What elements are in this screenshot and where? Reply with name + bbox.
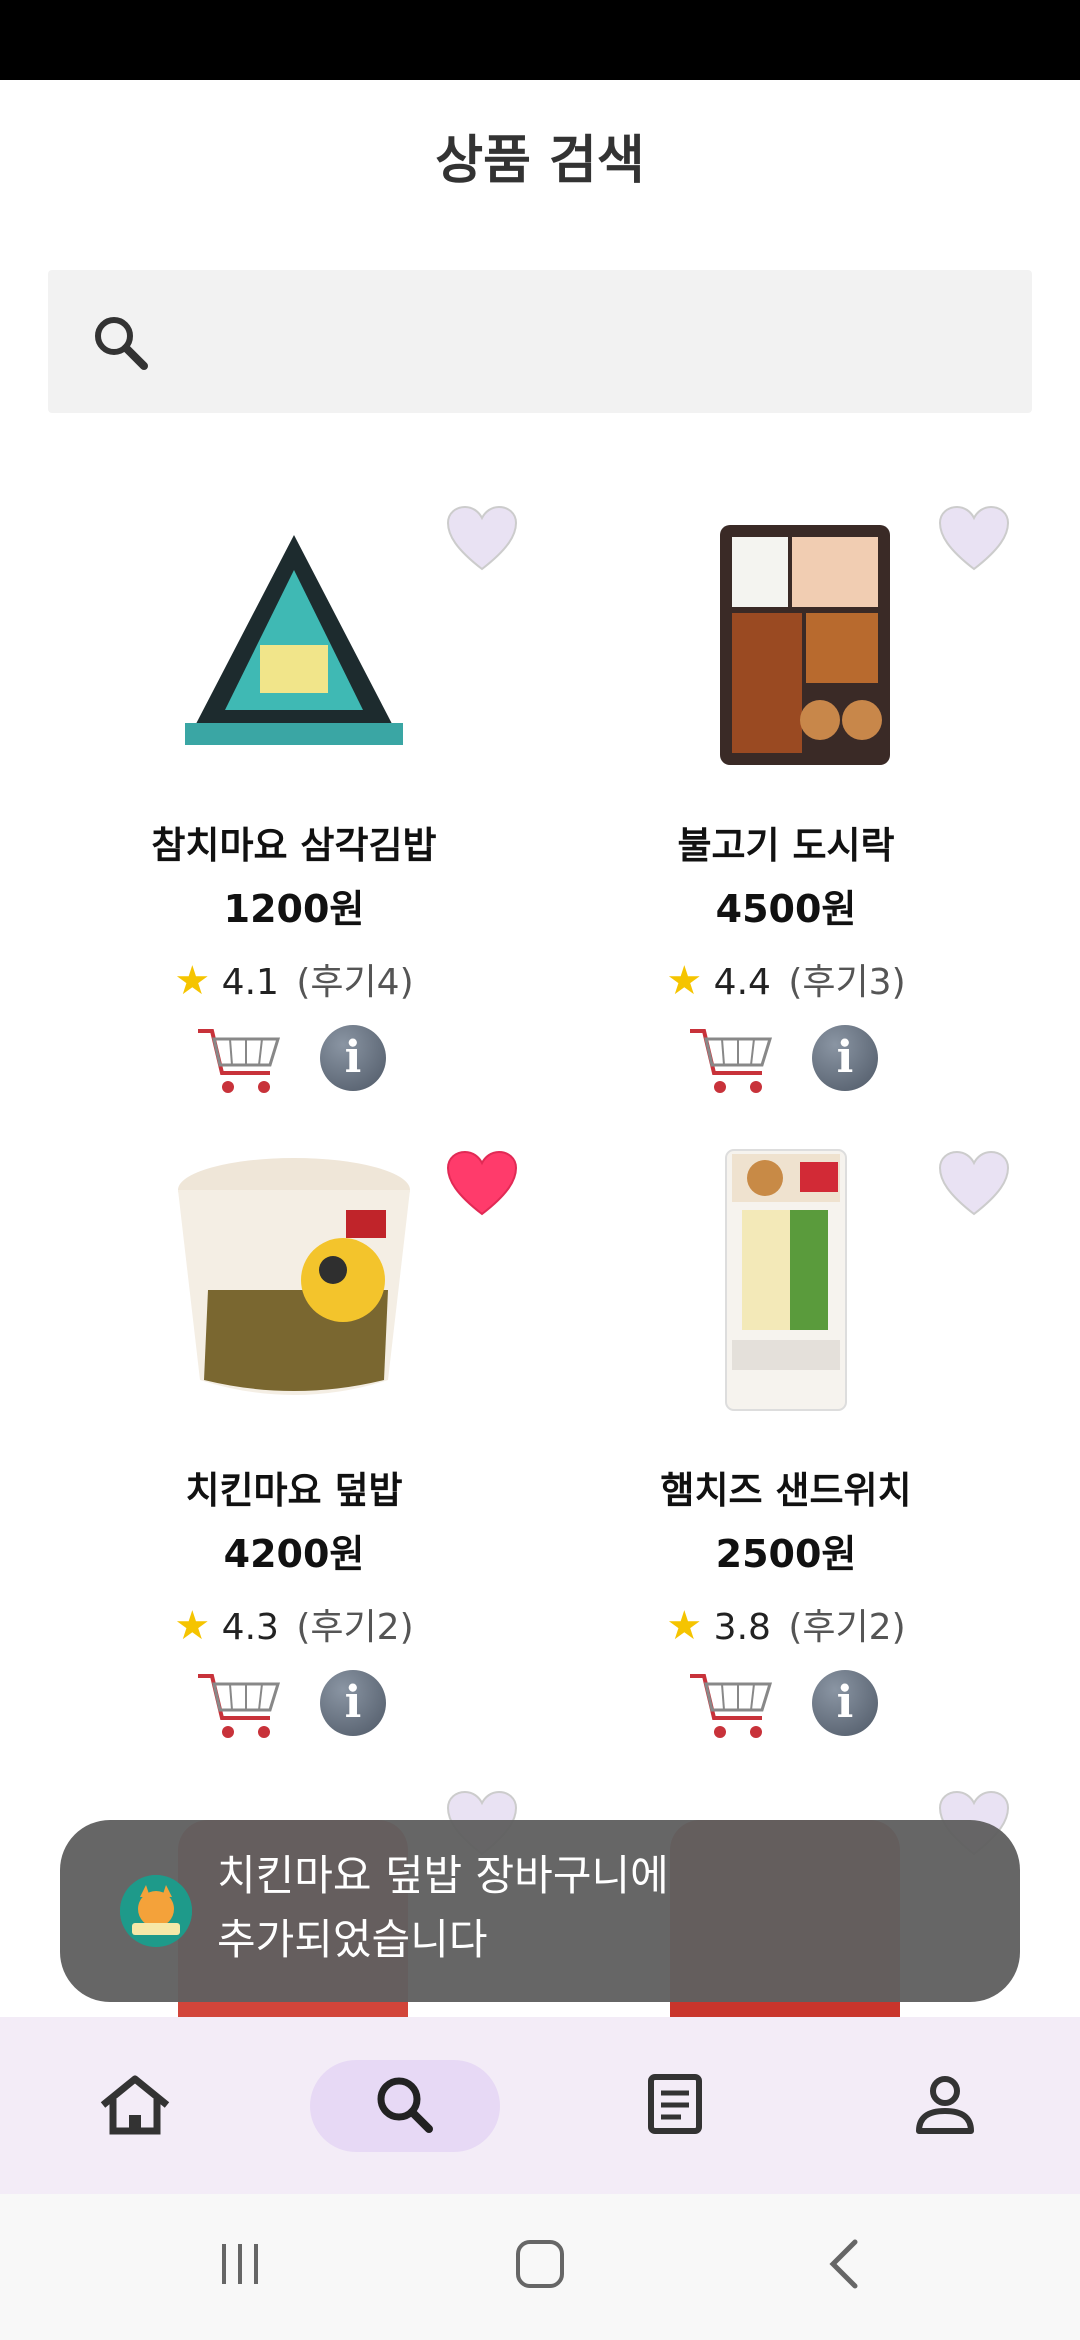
product-price: 2500원 [715, 1532, 857, 1576]
star-icon: ★ [174, 958, 211, 1004]
search-icon[interactable] [355, 2059, 455, 2149]
search-icon [95, 317, 148, 370]
favorite-heart-icon[interactable] [446, 1150, 518, 1218]
rating-value: 4.3 [221, 1607, 279, 1648]
back-icon[interactable] [815, 2234, 875, 2294]
product-rating: ★ 3.8 (후기2) [540, 1598, 1032, 1650]
product-price: 4200원 [223, 1532, 365, 1576]
product-rating: ★ 4.3 (후기2) [48, 1598, 540, 1650]
cart-icon[interactable] [196, 1023, 282, 1097]
product-name: 치킨마요 덮밥 [185, 1469, 403, 1512]
product-price: 1200원 [223, 887, 365, 931]
product-image-tuna-kimbap [185, 535, 403, 745]
review-count: (후기2) [788, 1607, 906, 1648]
product-name: 햄치즈 샌드위치 [660, 1469, 912, 1512]
rating-value: 4.4 [713, 962, 771, 1003]
review-count: (후기2) [296, 1607, 414, 1648]
cart-icon[interactable] [196, 1668, 282, 1742]
product-price: 4500원 [715, 887, 857, 931]
product-name: 불고기 도시락 [677, 824, 895, 867]
product-rating: ★ 4.4 (후기3) [540, 953, 1032, 1005]
bottom-navigation [0, 2017, 1080, 2194]
profile-icon[interactable] [895, 2059, 995, 2149]
product-image-bulgogi-box [720, 525, 890, 765]
rating-value: 3.8 [713, 1607, 771, 1648]
info-icon[interactable]: i [812, 1025, 878, 1091]
review-count: (후기3) [788, 962, 906, 1003]
rating-value: 4.1 [221, 962, 279, 1003]
product-card[interactable]: 햄치즈 샌드위치 2500원 ★ 3.8 (후기2) i [540, 1120, 1032, 1765]
page-title: 상품 검색 [435, 131, 645, 191]
product-card[interactable]: 불고기 도시락 4500원 ★ 4.4 (후기3) i [540, 475, 1032, 1120]
system-navigation-bar [0, 2194, 1080, 2340]
cart-icon[interactable] [688, 1668, 774, 1742]
search-input[interactable] [178, 300, 1002, 385]
favorite-heart-icon[interactable] [938, 505, 1010, 573]
star-icon: ★ [666, 1603, 703, 1649]
info-icon[interactable]: i [812, 1670, 878, 1736]
star-icon: ★ [174, 1603, 211, 1649]
home-button-icon[interactable] [510, 2234, 570, 2294]
toast-line-2: 추가되었습니다 [217, 1915, 488, 1964]
product-card[interactable]: 참치마요 삼각김밥 1200원 ★ 4.1 (후기4) i [48, 475, 540, 1120]
toast-message: 치킨마요 덮밥 장바구니에 추가되었습니다 [60, 1820, 1020, 2002]
review-count: (후기4) [296, 962, 414, 1003]
toast-line-1: 치킨마요 덮밥 장바구니에 [217, 1851, 669, 1900]
list-icon[interactable] [625, 2059, 725, 2149]
home-icon[interactable] [85, 2059, 185, 2149]
product-image-ham-cheese-sandwich [725, 1149, 847, 1411]
cart-icon[interactable] [688, 1023, 774, 1097]
star-icon: ★ [666, 958, 703, 1004]
product-name: 참치마요 삼각김밥 [151, 824, 437, 867]
search-bar[interactable] [48, 270, 1032, 413]
app-logo-icon [120, 1875, 192, 1947]
info-icon[interactable]: i [320, 1025, 386, 1091]
recent-apps-icon[interactable] [210, 2234, 270, 2294]
status-bar [0, 0, 1080, 80]
product-card[interactable]: 치킨마요 덮밥 4200원 ★ 4.3 (후기2) i [48, 1120, 540, 1765]
product-rating: ★ 4.1 (후기4) [48, 953, 540, 1005]
product-image-chicken-mayo-bowl [178, 1158, 410, 1395]
favorite-heart-icon[interactable] [938, 1150, 1010, 1218]
favorite-heart-icon[interactable] [446, 505, 518, 573]
info-icon[interactable]: i [320, 1670, 386, 1736]
